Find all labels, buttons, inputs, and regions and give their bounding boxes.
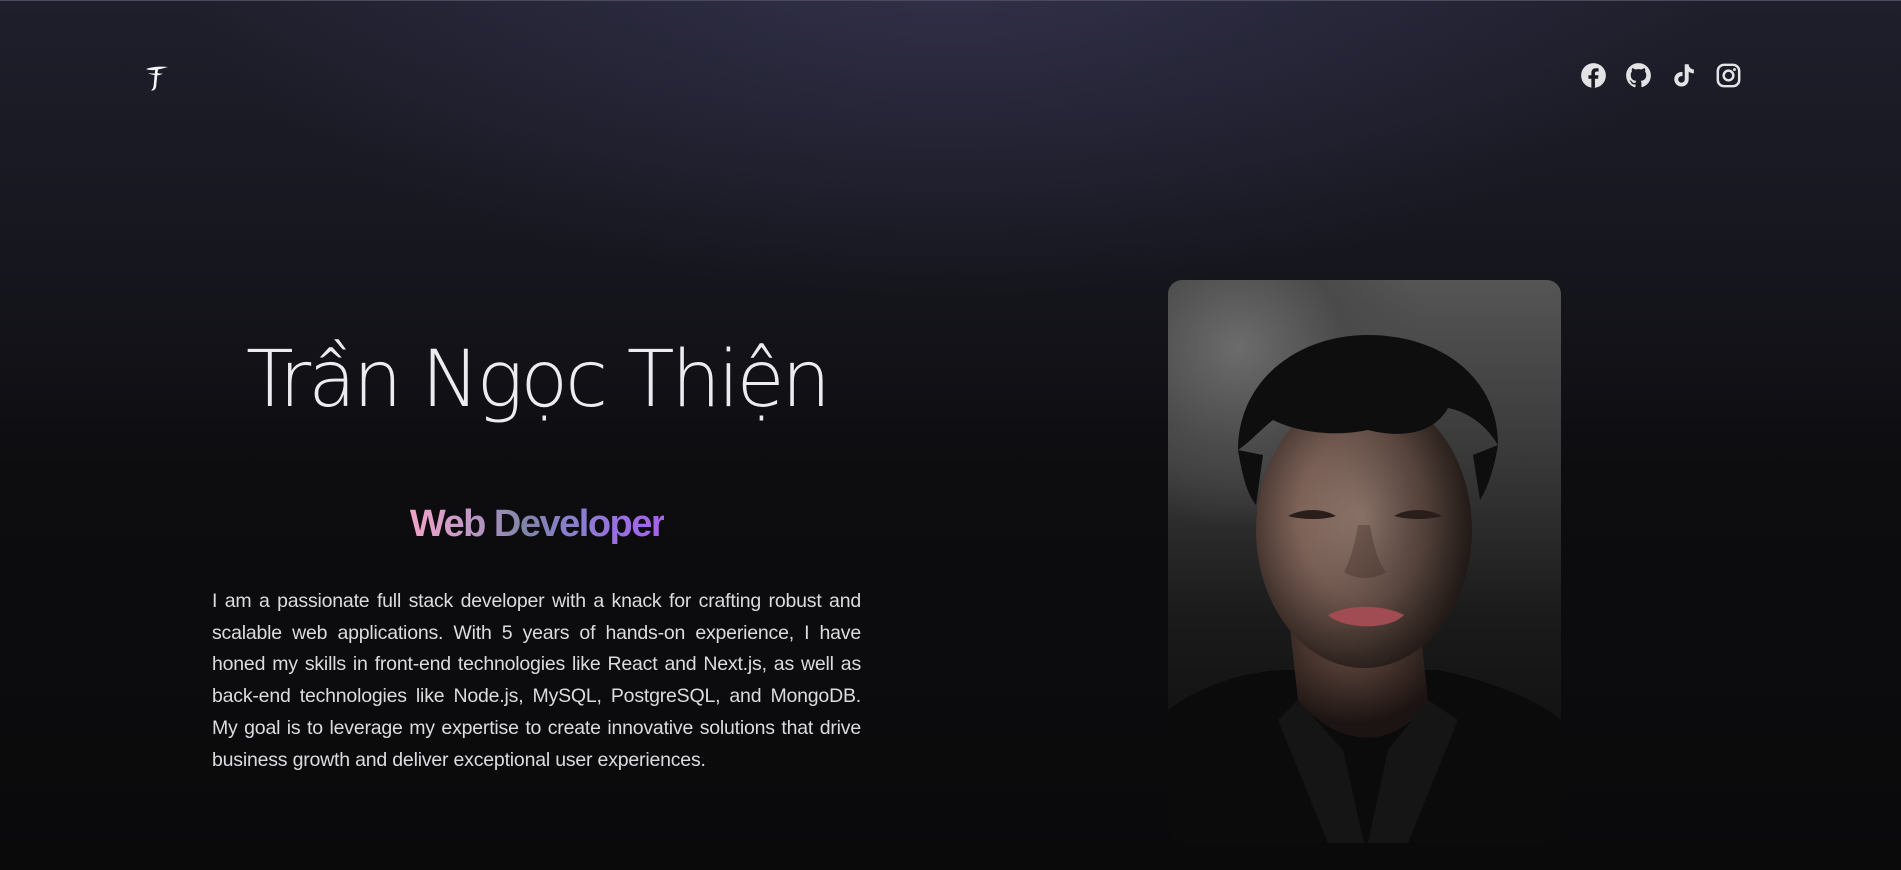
logo-icon[interactable] xyxy=(142,62,172,94)
tiktok-icon[interactable] xyxy=(1670,62,1697,89)
facebook-icon[interactable] xyxy=(1580,62,1607,89)
hero-role-text: Web Developer xyxy=(409,503,666,545)
hero-role: Web Developer xyxy=(212,503,862,546)
github-icon[interactable] xyxy=(1625,62,1652,89)
profile-photo xyxy=(1168,280,1561,843)
social-links xyxy=(1580,62,1742,89)
hero-name: Trần Ngọc Thiện xyxy=(245,335,831,425)
instagram-icon[interactable] xyxy=(1715,62,1742,89)
hero-bio: I am a passionate full stack developer w… xyxy=(212,590,861,771)
top-border xyxy=(0,0,1901,1)
